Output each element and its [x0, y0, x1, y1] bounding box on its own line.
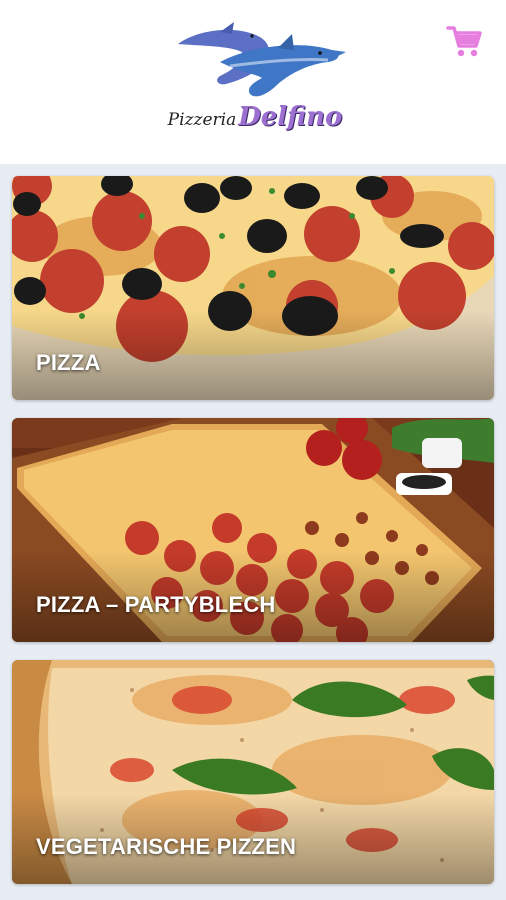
- app-header: PizzeriaDelfino: [0, 0, 506, 164]
- category-label: VEGETARISCHE PIZZEN: [36, 834, 297, 859]
- category-label: PIZZA: [36, 350, 101, 375]
- category-label: PIZZA – PARTYBLECH: [36, 592, 276, 617]
- shopping-cart-icon[interactable]: [446, 24, 482, 58]
- category-list: PIZZA PIZZA – PARTYBLECH VEGETARISCHE PI…: [0, 164, 506, 900]
- category-card-vegetarische-pizzen[interactable]: VEGETARISCHE PIZZEN: [12, 660, 494, 884]
- category-card-pizza-partyblech[interactable]: PIZZA – PARTYBLECH: [12, 418, 494, 642]
- category-card-pizza[interactable]: PIZZA: [12, 176, 494, 400]
- pizzeria-delfino-logo[interactable]: PizzeriaDelfino: [160, 22, 350, 138]
- dolphin-logo-graphic: [178, 22, 346, 97]
- logo-word-pizzeria: Pizzeria: [167, 110, 237, 130]
- logo-wordmark: PizzeriaDelfino: [160, 102, 350, 132]
- logo-word-delfino: Delfino: [238, 102, 343, 132]
